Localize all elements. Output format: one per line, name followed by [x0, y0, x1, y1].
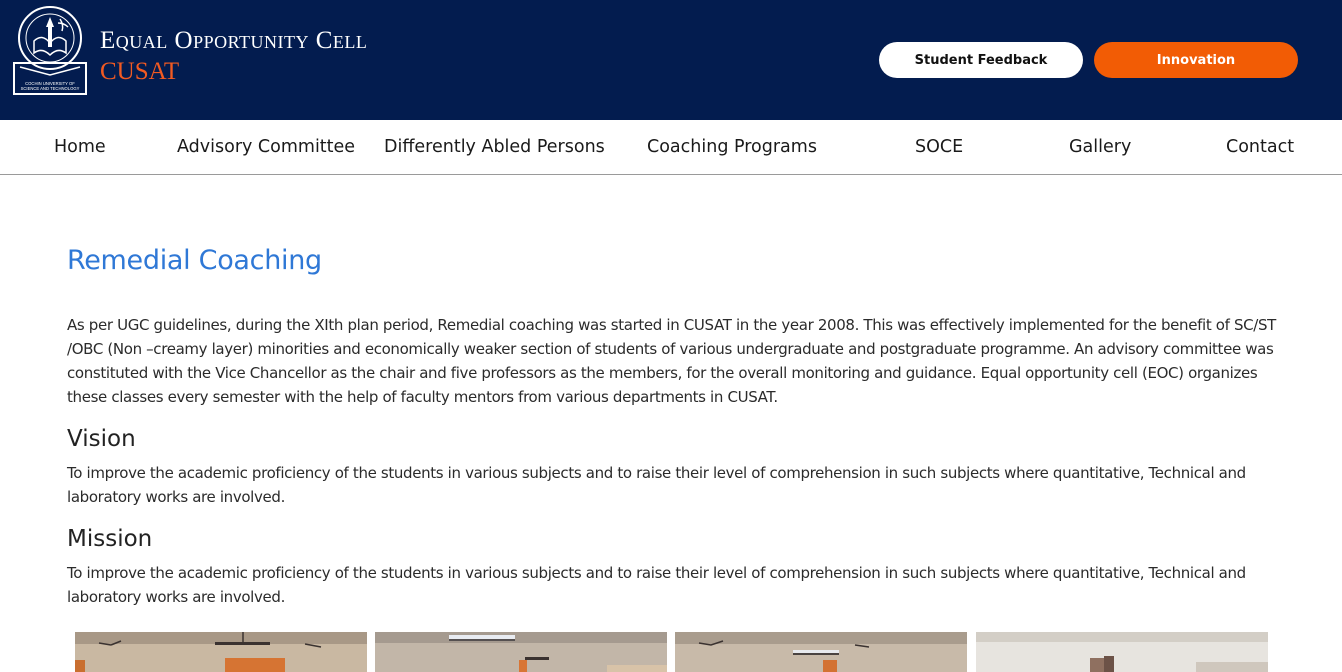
nav-gallery[interactable]: Gallery	[1069, 120, 1131, 174]
brand: Equal Opportunity Cell CUSAT	[100, 26, 367, 88]
mission-paragraph: To improve the academic proficiency of t…	[67, 564, 1246, 606]
classroom-photo[interactable]	[375, 632, 667, 672]
page-title: Remedial Coaching	[67, 245, 322, 276]
site-subtitle: CUSAT	[100, 58, 180, 85]
nav-home[interactable]: Home	[54, 120, 106, 174]
vision-heading: Vision	[67, 426, 136, 452]
mission-heading: Mission	[67, 526, 153, 552]
photo-gallery	[0, 632, 1342, 672]
nav-contact[interactable]: Contact	[1226, 120, 1294, 174]
nav-soce[interactable]: SOCE	[915, 120, 963, 174]
intro-paragraph: As per UGC guidelines, during the XIth p…	[67, 316, 1276, 406]
nav-coaching-programs[interactable]: Coaching Programs	[647, 120, 817, 174]
svg-text:SCIENCE AND TECHNOLOGY: SCIENCE AND TECHNOLOGY	[21, 86, 80, 91]
classroom-photo[interactable]	[75, 632, 367, 672]
classroom-photo[interactable]	[675, 632, 967, 672]
innovation-button[interactable]: Innovation	[1094, 42, 1298, 78]
classroom-photo[interactable]	[976, 632, 1268, 672]
main-nav: Home Advisory Committee Differently Able…	[0, 120, 1342, 175]
site-header: COCHIN UNIVERSITY OF SCIENCE AND TECHNOL…	[0, 0, 1342, 120]
site-title: Equal Opportunity Cell	[100, 27, 368, 54]
student-feedback-button[interactable]: Student Feedback	[879, 42, 1083, 78]
vision-paragraph: To improve the academic proficiency of t…	[67, 464, 1246, 506]
cusat-logo[interactable]: COCHIN UNIVERSITY OF SCIENCE AND TECHNOL…	[12, 5, 88, 95]
nav-advisory-committee[interactable]: Advisory Committee	[177, 120, 355, 174]
nav-differently-abled-persons[interactable]: Differently Abled Persons	[384, 120, 605, 174]
